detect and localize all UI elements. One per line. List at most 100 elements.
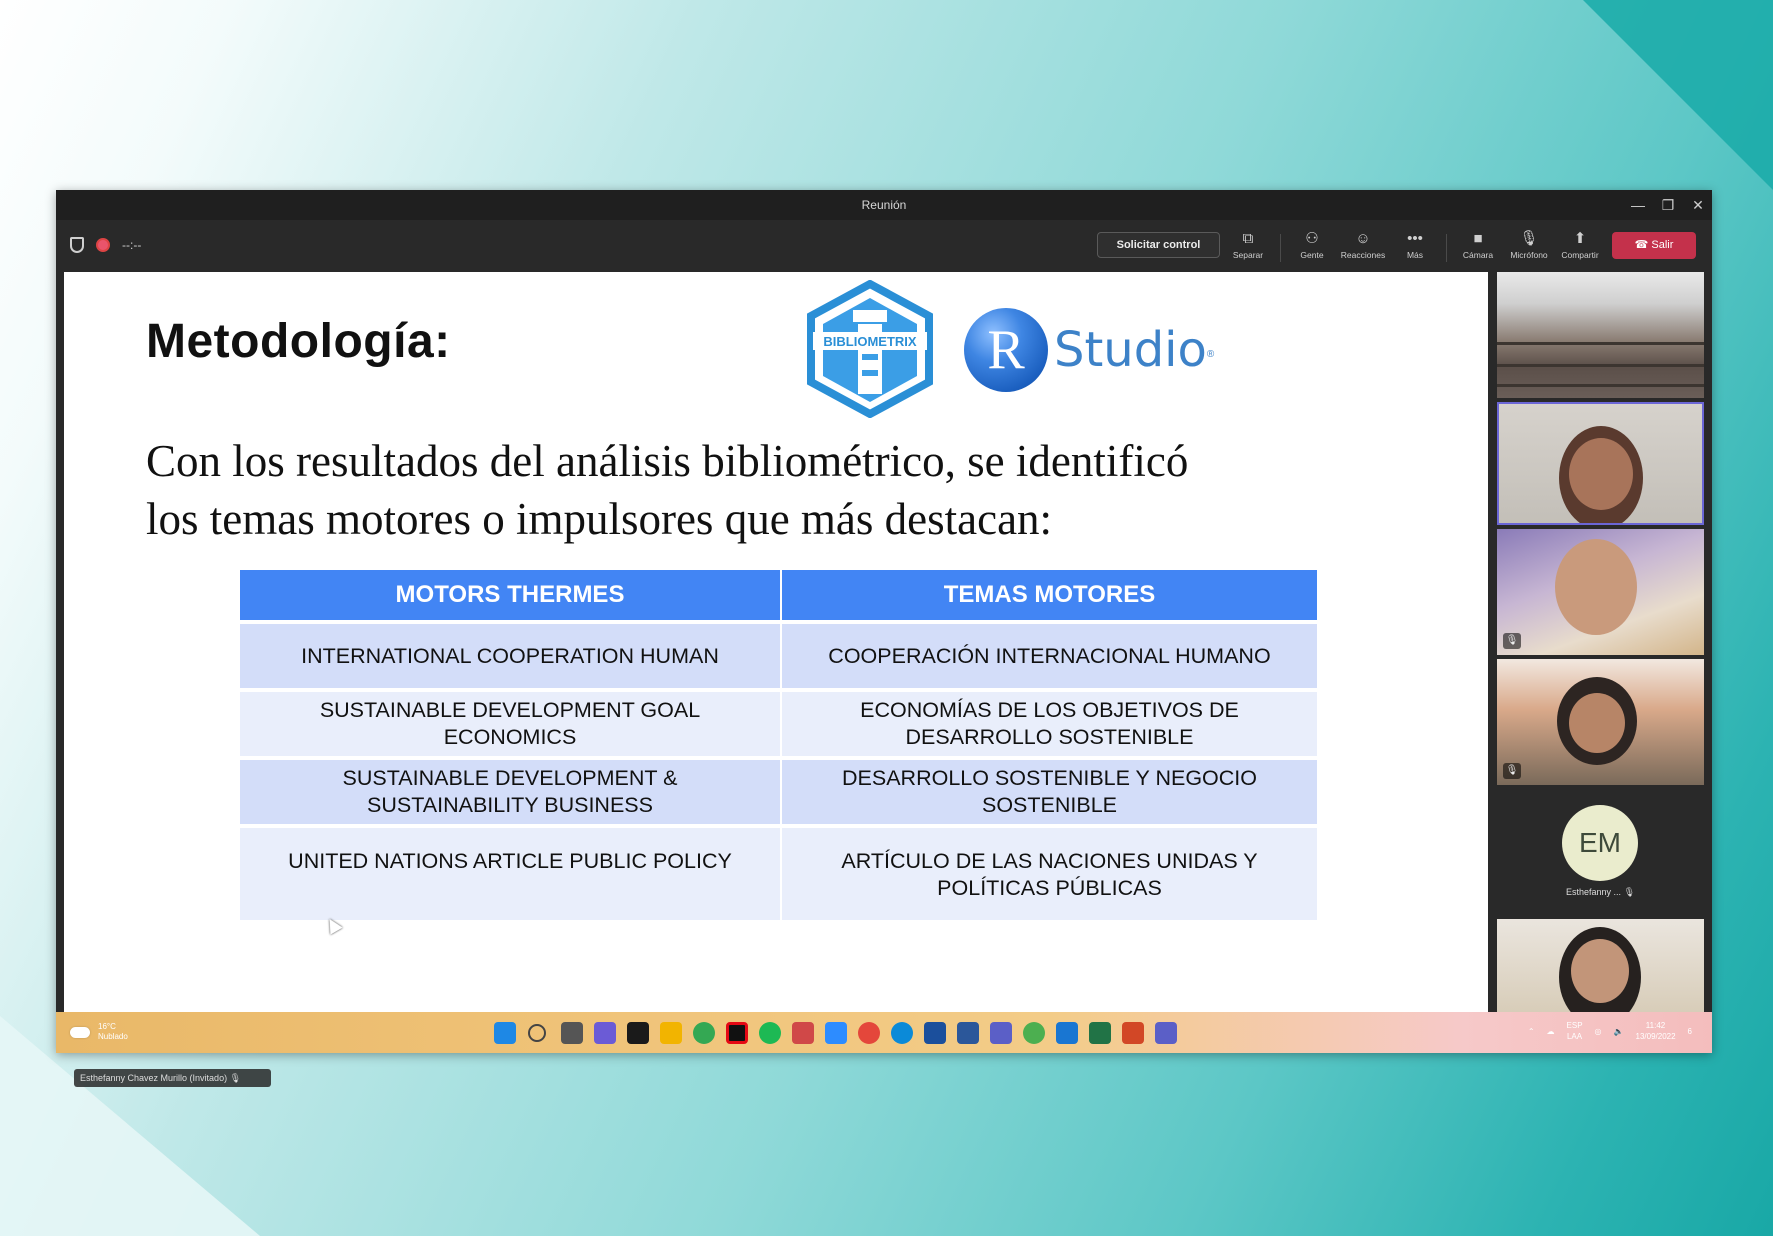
microphone-off-icon: 🎙 <box>1519 230 1539 247</box>
participant-video[interactable]: 🎙 <box>1497 529 1704 655</box>
phone-hangup-icon: ☎ <box>1634 239 1652 251</box>
table-cell: DESARROLLO SOSTENIBLE Y NEGOCIO SOSTENIB… <box>782 760 1317 824</box>
record-icon[interactable] <box>96 238 110 252</box>
shield-icon[interactable] <box>70 237 84 253</box>
excel-icon[interactable] <box>1089 1022 1111 1044</box>
pop-out-button[interactable]: ⧉ Separar <box>1221 228 1275 268</box>
restore-button[interactable]: ❐ <box>1653 195 1683 215</box>
reactions-button[interactable]: ☺ Reacciones <box>1336 228 1390 268</box>
word-icon[interactable] <box>957 1022 979 1044</box>
leave-button[interactable]: ☎ Salir <box>1612 232 1696 259</box>
close-button[interactable]: ✕ <box>1683 195 1713 215</box>
table-cell: COOPERACIÓN INTERNACIONAL HUMANO <box>782 624 1317 688</box>
clock[interactable]: 11:42 13/09/2022 <box>1636 1020 1676 1042</box>
slide-body-line-2: los temas motores o impulsores que más d… <box>146 494 1053 544</box>
table-cell: ARTÍCULO DE LAS NACIONES UNIDAS Y POLÍTI… <box>782 828 1317 920</box>
microphone-off-icon: 🎙 <box>1503 633 1521 649</box>
volume-icon[interactable]: 🔈 <box>1614 1027 1624 1036</box>
window-title: Reunión <box>861 198 907 212</box>
microphone-off-icon: 🎙 <box>1503 763 1521 779</box>
chrome-profile-icon[interactable] <box>1023 1022 1045 1044</box>
participant-video-classroom[interactable] <box>1497 272 1704 398</box>
powerpoint-icon[interactable] <box>1122 1022 1144 1044</box>
table-cell: SUSTAINABLE DEVELOPMENT GOAL ECONOMICS <box>240 692 780 756</box>
microphone-button[interactable]: 🎙 Micrófono <box>1502 228 1556 268</box>
presenter-name-tag: Esthefanny Chavez Murillo (Invitado) 🎙 <box>74 1069 271 1087</box>
desk-row <box>1497 342 1704 345</box>
table-row: SUSTAINABLE DEVELOPMENT GOAL ECONOMICS E… <box>240 692 1317 756</box>
desk-row <box>1497 384 1704 387</box>
camera-button[interactable]: ■ Cámara <box>1451 228 1505 268</box>
rstudio-wordmark: Studio <box>1054 322 1207 378</box>
spotify-icon[interactable] <box>759 1022 781 1044</box>
table-header-english: MOTORS THERMES <box>240 570 780 620</box>
network-icon[interactable]: ◎ <box>1595 1027 1602 1036</box>
reactions-icon: ☺ <box>1355 230 1371 247</box>
windows-taskbar: 16°C Nublado ⌃ ☁ ESP LAA ◎ 🔈 11:42 13/09… <box>56 1012 1712 1053</box>
shared-screen: Metodología: BIBLIOMETRIX R Studio ® Con… <box>64 272 1488 1087</box>
share-icon: ⬆ <box>1573 230 1587 247</box>
minimize-button[interactable]: — <box>1623 195 1653 215</box>
snipping-tool-icon[interactable] <box>792 1022 814 1044</box>
toolbar-divider <box>1446 234 1447 262</box>
calculator-icon[interactable] <box>924 1022 946 1044</box>
table-row: UNITED NATIONS ARTICLE PUBLIC POLICY ART… <box>240 828 1317 920</box>
bibliometrix-logo: BIBLIOMETRIX <box>807 280 933 418</box>
weather-description: Nublado <box>98 1032 128 1041</box>
pop-out-icon: ⧉ <box>1242 230 1254 247</box>
avatar: EM <box>1562 805 1638 881</box>
notification-badge[interactable]: 6 <box>1688 1027 1692 1036</box>
zoom-icon[interactable] <box>825 1022 847 1044</box>
desk-row <box>1497 364 1704 367</box>
participant-face <box>1569 438 1633 510</box>
meeting-toolbar: --:-- Solicitar control ⧉ Separar ⚇ Gent… <box>56 220 1712 272</box>
video-player-icon[interactable] <box>1056 1022 1078 1044</box>
more-button[interactable]: ••• Más <box>1388 228 1442 268</box>
share-button[interactable]: ⬆ Compartir <box>1553 228 1607 268</box>
teams-meeting-window: Reunión — ❐ ✕ --:-- Solicitar control ⧉ … <box>56 190 1713 1087</box>
background-triangle-top <box>1583 0 1773 190</box>
todo-icon[interactable] <box>858 1022 880 1044</box>
people-button[interactable]: ⚇ Gente <box>1285 228 1339 268</box>
rstudio-registered: ® <box>1206 348 1215 360</box>
participant-video[interactable] <box>1497 919 1704 1012</box>
chrome-icon[interactable] <box>693 1022 715 1044</box>
microphone-off-icon: 🎙 <box>1623 887 1635 897</box>
start-icon[interactable] <box>494 1022 516 1044</box>
rstudio-logo: R Studio ® <box>964 308 1214 392</box>
system-tray: ⌃ ☁ ESP LAA ◎ 🔈 11:42 13/09/2022 6 <box>1528 1020 1692 1042</box>
teams-work-icon[interactable] <box>1155 1022 1177 1044</box>
request-control-button[interactable]: Solicitar control <box>1097 232 1220 258</box>
toolbar-left: --:-- <box>70 237 141 253</box>
file-explorer-icon[interactable] <box>660 1022 682 1044</box>
toolbar-divider <box>1280 234 1281 262</box>
search-icon[interactable] <box>528 1024 546 1042</box>
table-header-spanish: TEMAS MOTORES <box>782 570 1317 620</box>
slide-title: Metodología: <box>146 315 451 368</box>
participant-video[interactable]: 🎙 <box>1497 659 1704 785</box>
table-row: INTERNATIONAL COOPERATION HUMAN COOPERAC… <box>240 624 1317 688</box>
participant-face <box>1571 939 1629 1003</box>
netflix-icon[interactable] <box>726 1022 748 1044</box>
participant-avatar-tile[interactable]: EM Esthefanny ... 🎙 <box>1497 789 1704 915</box>
meeting-timer: --:-- <box>122 238 142 252</box>
table-row: SUSTAINABLE DEVELOPMENT & SUSTAINABILITY… <box>240 760 1317 824</box>
chat-icon[interactable] <box>594 1022 616 1044</box>
participant-video-active-speaker[interactable] <box>1497 402 1704 525</box>
language-indicator[interactable]: ESP LAA <box>1567 1020 1583 1042</box>
slide-body-line-1: Con los resultados del análisis bibliomé… <box>146 436 1189 486</box>
more-icon: ••• <box>1407 230 1423 247</box>
task-view-icon[interactable] <box>561 1022 583 1044</box>
table-cell: SUSTAINABLE DEVELOPMENT & SUSTAINABILITY… <box>240 760 780 824</box>
table-cell: INTERNATIONAL COOPERATION HUMAN <box>240 624 780 688</box>
participant-face <box>1569 693 1625 753</box>
chevron-up-icon[interactable]: ⌃ <box>1528 1027 1535 1036</box>
teams-icon[interactable] <box>990 1022 1012 1044</box>
dropbox-icon[interactable] <box>627 1022 649 1044</box>
cloud-icon <box>70 1026 90 1038</box>
rstudio-r-ball: R <box>964 308 1048 392</box>
bibliometrix-logo-text: BIBLIOMETRIX <box>823 334 916 349</box>
edge-icon[interactable] <box>891 1022 913 1044</box>
onedrive-icon[interactable]: ☁ <box>1547 1027 1555 1036</box>
weather-widget[interactable]: 16°C Nublado <box>70 1022 128 1042</box>
